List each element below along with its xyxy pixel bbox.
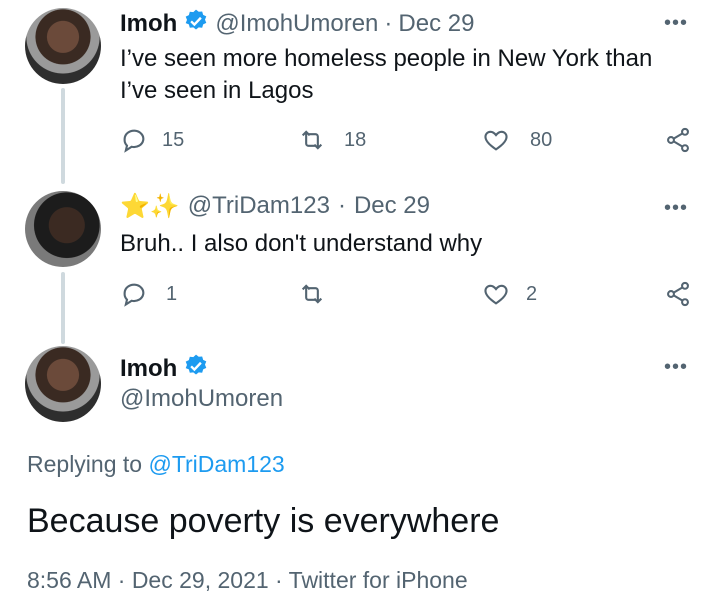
- main-tweet-text: Because poverty is everywhere: [27, 502, 500, 540]
- share-icon: [667, 127, 689, 153]
- tweet1-text: I’ve seen more homeless people in New Yo…: [120, 45, 653, 104]
- main-handle[interactable]: @ImohUmoren: [120, 385, 283, 413]
- separator-dot: ·: [384, 9, 393, 37]
- tweet1-date[interactable]: Dec 29: [398, 10, 474, 38]
- verified-badge-icon: [183, 8, 209, 39]
- heart-icon: [484, 284, 508, 305]
- retweet-icon: [301, 284, 323, 304]
- reply-button[interactable]: 1: [120, 280, 177, 308]
- share-button[interactable]: [664, 126, 692, 154]
- avatar-imoh[interactable]: [25, 8, 101, 84]
- like-count: 80: [530, 128, 553, 151]
- like-button[interactable]: 80: [482, 126, 552, 154]
- tweet2-handle[interactable]: @TriDam123: [188, 192, 330, 220]
- replying-to-handle[interactable]: @TriDam123: [148, 451, 284, 477]
- heart-icon: [484, 130, 508, 151]
- verified-badge-icon: [183, 353, 209, 384]
- reply-button[interactable]: 15: [120, 126, 184, 154]
- avatar-imoh-main[interactable]: [25, 346, 101, 422]
- thread-line: [61, 88, 65, 184]
- more-options-icon[interactable]: •••: [664, 12, 688, 35]
- tweet1-header: Imoh @ImohUmoren · Dec 29: [120, 8, 474, 39]
- retweet-button[interactable]: [298, 280, 326, 308]
- tweet1-handle[interactable]: @ImohUmoren: [215, 10, 378, 38]
- tweet-meta[interactable]: 8:56 AM · Dec 29, 2021 · Twitter for iPh…: [27, 567, 468, 594]
- main-name[interactable]: Imoh: [120, 355, 177, 383]
- more-options-icon[interactable]: •••: [664, 356, 688, 379]
- share-button[interactable]: [664, 280, 692, 308]
- retweet-button[interactable]: 18: [298, 126, 366, 154]
- reply-icon: [123, 283, 145, 307]
- tweet2-date[interactable]: Dec 29: [354, 192, 430, 220]
- tweet2-text: Bruh.. I also don't understand why: [120, 230, 483, 257]
- more-options-icon[interactable]: •••: [664, 197, 688, 220]
- reply-count: 15: [162, 128, 185, 151]
- retweet-count: 18: [344, 128, 367, 151]
- like-count: 2: [526, 282, 538, 305]
- retweet-icon: [301, 130, 323, 150]
- reply-count: 1: [166, 282, 178, 305]
- like-button[interactable]: 2: [482, 280, 537, 308]
- tweet2-header: ⭐✨ @TriDam123 · Dec 29: [120, 192, 430, 220]
- tweet1-name[interactable]: Imoh: [120, 10, 177, 38]
- replying-to-label: Replying to: [27, 451, 143, 477]
- reply-icon: [123, 129, 145, 153]
- main-author: Imoh: [120, 353, 209, 384]
- avatar-tridam[interactable]: [25, 191, 101, 267]
- tweet2-name-emoji[interactable]: ⭐✨: [120, 192, 180, 220]
- thread-line: [61, 272, 65, 344]
- share-icon: [667, 281, 689, 307]
- replying-to: Replying to @TriDam123: [27, 451, 285, 478]
- separator-dot: ·: [337, 192, 346, 219]
